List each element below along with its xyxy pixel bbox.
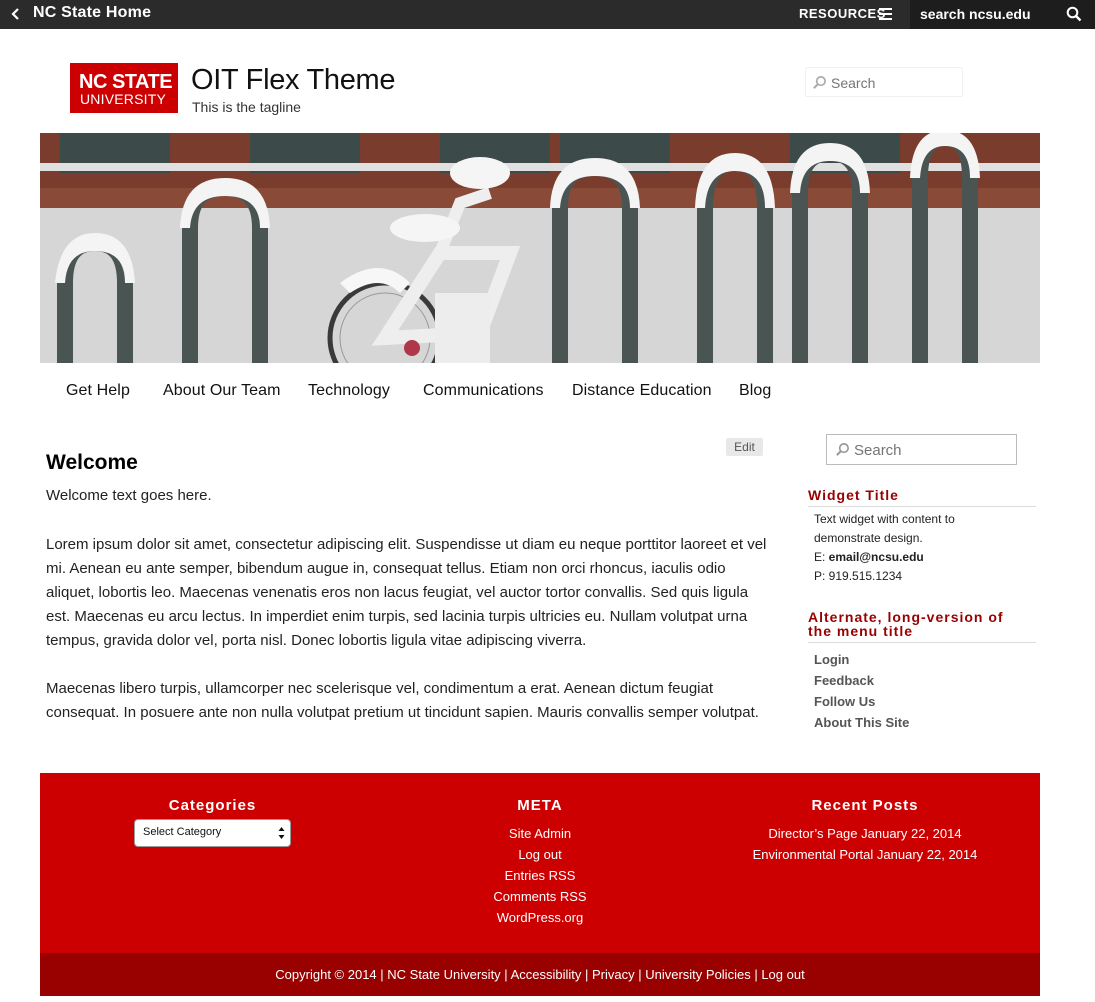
search-icon[interactable] bbox=[1066, 6, 1082, 22]
recent-post-item: Environmental Portal January 22, 2014 bbox=[745, 847, 985, 862]
meta-link-wordpress[interactable]: WordPress.org bbox=[460, 910, 620, 925]
site-title[interactable]: OIT Flex Theme bbox=[191, 64, 396, 97]
nav-item-get-help[interactable]: Get Help bbox=[66, 382, 130, 400]
widget-divider bbox=[808, 642, 1036, 643]
widget-text-line: demonstrate design. bbox=[814, 531, 923, 545]
footer-link-privacy[interactable]: Privacy bbox=[592, 967, 635, 982]
sidebar-search-input[interactable] bbox=[854, 440, 1009, 460]
select-arrows-icon bbox=[278, 827, 285, 839]
header-search-input[interactable] bbox=[831, 73, 956, 93]
sidebar-link-follow-us[interactable]: Follow Us bbox=[814, 694, 875, 709]
meta-link-log-out[interactable]: Log out bbox=[460, 847, 620, 862]
ncsu-search-input[interactable] bbox=[920, 4, 1052, 24]
recent-post-item: Director’s Page January 22, 2014 bbox=[745, 826, 985, 841]
categories-title: Categories bbox=[168, 797, 257, 814]
content-paragraph: Maecenas libero turpis, ullamcorper nec … bbox=[46, 680, 759, 721]
copyright-text: Copyright © 2014 bbox=[275, 967, 377, 982]
content-paragraph: Lorem ipsum dolor sit amet, consectetur … bbox=[46, 536, 767, 649]
footer-link-nc-state[interactable]: NC State University bbox=[387, 967, 500, 982]
header-search bbox=[805, 67, 963, 97]
nav-item-about-our-team[interactable]: About Our Team bbox=[163, 382, 281, 400]
sidebar-link-login[interactable]: Login bbox=[814, 652, 849, 667]
widget-title: Widget Title bbox=[808, 487, 899, 503]
nav-item-communications[interactable]: Communications bbox=[423, 382, 544, 400]
widget-email-line: E: email@ncsu.edu bbox=[814, 548, 924, 567]
site-tagline: This is the tagline bbox=[192, 99, 301, 115]
recent-post-date: January 22, 2014 bbox=[876, 847, 978, 862]
chevron-left-icon[interactable] bbox=[8, 6, 24, 22]
recent-post-link[interactable]: Environmental Portal bbox=[753, 847, 874, 862]
email-prefix: E: bbox=[814, 550, 829, 564]
copyright-bar: Copyright © 2014 | NC State University |… bbox=[40, 953, 1040, 996]
edit-button[interactable]: Edit bbox=[726, 438, 763, 456]
banner-image bbox=[40, 133, 1040, 363]
search-icon bbox=[836, 443, 849, 456]
utility-bar: NC State Home RESOURCES bbox=[0, 0, 1095, 29]
meta-link-entries-rss[interactable]: Entries RSS bbox=[460, 868, 620, 883]
site-footer: Categories Select Category META Site Adm… bbox=[40, 773, 1040, 953]
page-title: Welcome bbox=[46, 451, 138, 474]
category-select[interactable]: Select Category bbox=[134, 819, 291, 847]
email-link[interactable]: email@ncsu.edu bbox=[829, 550, 924, 564]
sidebar-link-about-this-site[interactable]: About This Site bbox=[814, 715, 909, 730]
resources-menu-button[interactable]: RESOURCES bbox=[799, 6, 886, 21]
nav-item-distance-education[interactable]: Distance Education bbox=[572, 382, 712, 400]
meta-link-comments-rss[interactable]: Comments RSS bbox=[460, 889, 620, 904]
menu-widget-title-line-2: the menu title bbox=[808, 623, 914, 639]
widget-phone-line: P: 919.515.1234 bbox=[814, 569, 903, 583]
hamburger-menu-icon[interactable] bbox=[879, 8, 892, 20]
recent-post-date: January 22, 2014 bbox=[861, 826, 962, 841]
meta-title: META bbox=[517, 797, 563, 814]
recent-post-link[interactable]: Director’s Page bbox=[768, 826, 857, 841]
search-icon bbox=[813, 76, 826, 89]
nc-state-logo[interactable]: NC STATE UNIVERSITY bbox=[70, 63, 178, 113]
footer-link-university-policies[interactable]: University Policies bbox=[645, 967, 750, 982]
sidebar-link-feedback[interactable]: Feedback bbox=[814, 673, 874, 688]
footer-link-accessibility[interactable]: Accessibility bbox=[511, 967, 582, 982]
menu-widget-title-line-1: Alternate, long-version of bbox=[808, 609, 1004, 625]
sidebar-search bbox=[826, 434, 1017, 465]
footer-link-log-out[interactable]: Log out bbox=[761, 967, 804, 982]
category-select-value: Select Category bbox=[143, 826, 222, 838]
nav-item-blog[interactable]: Blog bbox=[739, 382, 771, 400]
content-paragraph: Welcome text goes here. bbox=[46, 487, 212, 504]
widget-text-line: Text widget with content to bbox=[814, 512, 955, 526]
primary-nav: Get Help About Our Team Technology Commu… bbox=[40, 380, 1040, 406]
widget-divider bbox=[808, 506, 1036, 507]
nc-state-home-link[interactable]: NC State Home bbox=[33, 4, 151, 22]
nav-item-technology[interactable]: Technology bbox=[308, 382, 390, 400]
meta-link-site-admin[interactable]: Site Admin bbox=[460, 826, 620, 841]
recent-posts-title: Recent Posts bbox=[811, 797, 919, 814]
logo-line-2: UNIVERSITY bbox=[80, 91, 167, 107]
